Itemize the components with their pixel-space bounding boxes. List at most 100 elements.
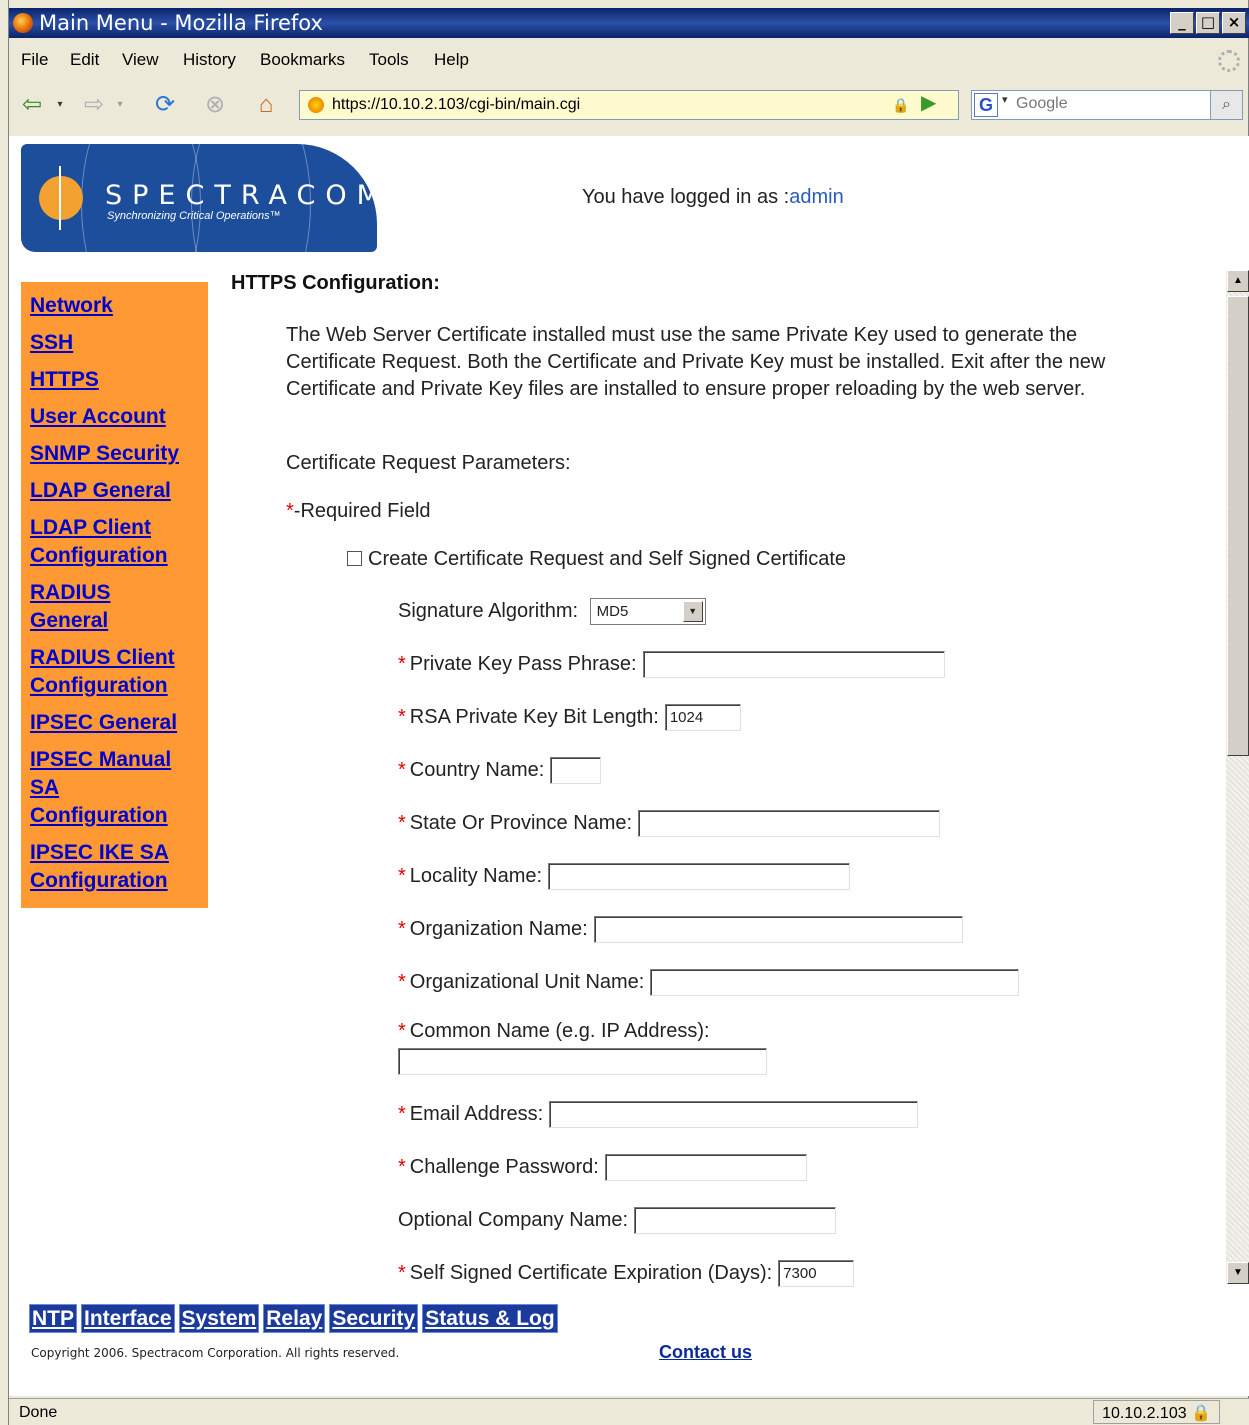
nav-system[interactable]: System [178,1304,260,1333]
sidebar-item-radius-client[interactable]: RADIUS Client Configuration [30,644,190,700]
menu-view[interactable]: View [122,50,159,70]
search-box[interactable]: G ▾ Google ⌕ [971,90,1243,120]
locality-input[interactable] [548,863,851,890]
company-row: Optional Company Name: [398,1207,837,1234]
nav-ntp[interactable]: NTP [29,1304,77,1333]
scroll-down-icon[interactable]: ▼ [1227,1262,1249,1284]
back-dropdown-icon[interactable]: ▾ [53,90,67,120]
challenge-input[interactable] [604,1154,807,1181]
scroll-up-icon[interactable]: ▲ [1227,270,1249,292]
required-asterisk: * [398,970,406,993]
browser-window: Main Menu - Mozilla Firefox _ □ × File E… [8,0,1249,1425]
sidebar-item-ssh[interactable]: SSH [30,329,208,357]
status-text: Done [19,1404,58,1421]
minimize-button[interactable]: _ [1170,12,1194,34]
status-bar: Done 10.10.2.103 🔒 [9,1398,1249,1425]
email-label: Email Address: [409,1102,544,1125]
logo-tagline: Synchronizing Critical Operations™ [107,210,281,222]
home-icon[interactable]: ⌂ [249,90,283,120]
menu-file[interactable]: File [21,50,48,70]
passphrase-input[interactable] [642,651,945,678]
passphrase-label: Private Key Pass Phrase: [409,652,637,675]
nav-interface[interactable]: Interface [81,1304,175,1333]
required-asterisk: * [398,811,406,834]
menu-help[interactable]: Help [434,50,469,70]
sidebar-item-ipsec-general[interactable]: IPSEC General [30,709,208,737]
lock-icon[interactable]: 🔒 [890,94,912,116]
engine-dropdown-icon[interactable]: ▾ [1002,93,1008,106]
nav-relay[interactable]: Relay [263,1304,326,1333]
sidebar-item-snmp-security[interactable]: SNMP Security [30,440,208,468]
contact-link[interactable]: Contact us [659,1342,752,1363]
sidebar-item-ldap-general[interactable]: LDAP General [30,477,208,505]
org-label: Organization Name: [409,917,588,940]
email-input[interactable] [549,1101,919,1128]
logged-in-text: You have logged in as :admin [582,186,844,209]
reload-icon[interactable]: ⟳ [149,90,181,120]
signature-value[interactable]: MD5 [597,603,629,620]
required-asterisk: * [398,1102,406,1125]
expiration-input[interactable]: 7300 [778,1260,855,1287]
state-label: State Or Province Name: [409,811,633,834]
state-input[interactable] [638,810,941,837]
maximize-button[interactable]: □ [1196,12,1220,34]
menu-bookmarks[interactable]: Bookmarks [260,50,345,70]
required-asterisk: * [286,500,294,522]
stop-icon[interactable]: ⊗ [199,90,231,120]
page-content: SPECTRACOM Synchronizing Critical Operat… [9,136,1249,1396]
close-button[interactable]: × [1222,12,1246,34]
scroll-thumb[interactable] [1227,296,1249,756]
common-input[interactable] [398,1048,767,1075]
url-bar[interactable]: https://10.10.2.103/cgi-bin/main.cgi 🔒 ▼ [299,90,959,120]
secure-lock-icon[interactable]: 🔒 [1191,1405,1211,1422]
org-input[interactable] [593,916,963,943]
params-label: Certificate Request Parameters: [286,452,571,474]
forward-dropdown-icon[interactable]: ▾ [113,90,127,120]
required-asterisk: * [398,917,406,940]
required-asterisk: * [398,758,406,781]
sidebar-item-https[interactable]: HTTPS [30,366,208,394]
country-label: Country Name: [409,758,545,781]
country-input[interactable] [550,757,602,784]
sidebar-item-ipsec-manual-sa[interactable]: IPSEC Manual SA Configuration [30,746,185,830]
chevron-down-icon[interactable]: ▼ [682,601,703,622]
create-cert-checkbox[interactable] [347,551,362,566]
required-asterisk: * [398,705,406,728]
menu-edit[interactable]: Edit [70,50,99,70]
back-icon[interactable]: ⇦ [17,90,47,120]
search-placeholder[interactable]: Google [1016,95,1068,113]
throbber-icon [1218,50,1240,72]
required-asterisk: * [398,652,406,675]
menu-history[interactable]: History [183,50,236,70]
bitlength-input[interactable]: 1024 [664,704,741,731]
required-asterisk: * [398,1155,406,1178]
menu-tools[interactable]: Tools [369,50,409,70]
sidebar-item-ipsec-ike-sa[interactable]: IPSEC IKE SA Configuration [30,839,185,895]
sidebar-item-user-account[interactable]: User Account [30,403,208,431]
nav-status-log[interactable]: Status & Log [422,1304,558,1333]
url-text[interactable]: https://10.10.2.103/cgi-bin/main.cgi [332,91,580,119]
sidebar-item-network[interactable]: Network [30,292,208,320]
email-row: * Email Address: [398,1101,919,1128]
company-input[interactable] [634,1207,837,1234]
site-identity-icon[interactable] [308,97,324,113]
status-host-text[interactable]: 10.10.2.103 [1102,1405,1187,1422]
window-title: Main Menu - Mozilla Firefox [39,11,323,35]
orgunit-input[interactable] [650,969,1020,996]
logo-name: SPECTRACOM [105,180,377,211]
vertical-scrollbar[interactable]: ▲ ▼ [1226,270,1249,1284]
create-cert-row[interactable]: Create Certificate Request and Self Sign… [347,548,846,571]
sidebar-item-ldap-client[interactable]: LDAP Client Configuration [30,514,180,570]
forward-icon[interactable]: ⇨ [79,90,109,120]
google-engine-icon[interactable]: G [974,93,998,117]
search-icon[interactable]: ⌕ [1210,91,1242,119]
required-note: *-Required Field [286,500,431,523]
go-icon[interactable]: ▶ [921,90,936,115]
sidebar: Network SSH HTTPS User Account SNMP Secu… [21,282,208,908]
signature-select[interactable]: MD5 ▼ [589,598,706,625]
description-text: The Web Server Certificate installed mus… [286,324,1106,400]
orgunit-label: Organizational Unit Name: [409,970,645,993]
nav-security[interactable]: Security [329,1304,419,1333]
sidebar-item-radius-general[interactable]: RADIUS General [30,579,130,635]
status-host[interactable]: 10.10.2.103 🔒 [1093,1400,1220,1424]
